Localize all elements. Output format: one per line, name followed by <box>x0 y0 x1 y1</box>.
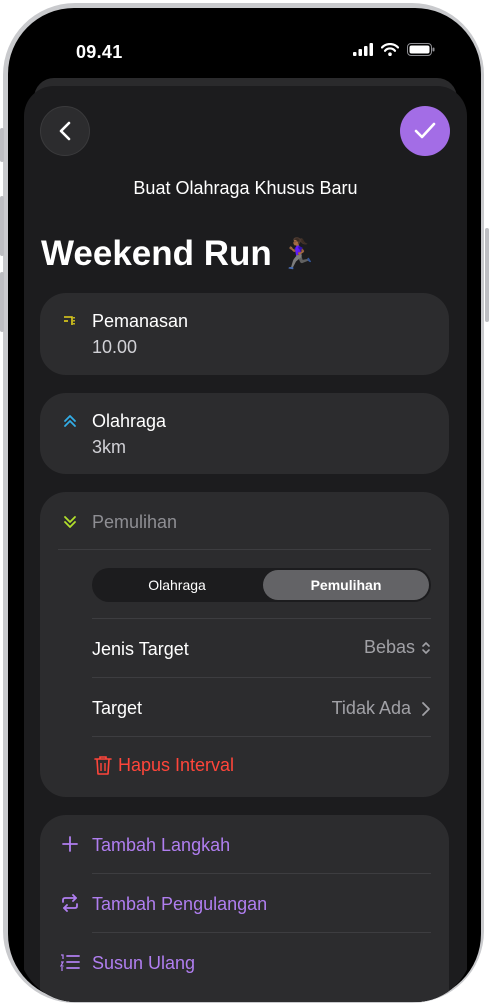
workout-label: Olahraga <box>92 411 167 431</box>
actions-card: Tambah Langkah Tambah Pengulangan Susun … <box>40 815 449 1002</box>
sheet-subtitle: Buat Olahraga Khusus Baru <box>133 178 358 198</box>
workout-sheet: Buat Olahraga Khusus Baru Weekend Run 🏃🏾… <box>24 86 467 1002</box>
double-chevron-down-icon <box>62 514 78 530</box>
wifi-icon <box>381 43 399 56</box>
warmup-icon <box>62 313 78 329</box>
target-type-row[interactable]: Jenis Target Bebas <box>40 619 449 677</box>
add-repeat-label: Tambah Pengulangan <box>92 894 268 914</box>
target-value: Tidak Ada <box>332 698 431 719</box>
page-title: Weekend Run 🏃🏾‍♀️ <box>41 234 317 274</box>
target-type-label: Jenis Target <box>92 639 189 659</box>
plus-icon <box>62 836 78 852</box>
chevron-up-down-icon <box>422 641 430 654</box>
target-row[interactable]: Target Tidak Ada <box>40 678 449 736</box>
segment-olahraga[interactable]: Olahraga <box>94 570 260 600</box>
target-value-text: Tidak Ada <box>331 698 411 718</box>
workout-value: 3km <box>92 437 127 457</box>
trash-icon <box>94 756 112 775</box>
checkmark-icon <box>414 122 436 139</box>
add-step-button[interactable]: Tambah Langkah <box>40 815 449 873</box>
repeat-icon <box>62 894 78 912</box>
warmup-label: Pemanasan <box>92 311 189 331</box>
target-type-value: Bebas <box>364 637 431 658</box>
power-button <box>485 228 489 322</box>
done-button[interactable] <box>400 106 450 156</box>
target-label: Target <box>92 698 143 718</box>
reorder-button[interactable]: Susun Ulang <box>40 933 449 991</box>
runner-emoji: 🏃🏾‍♀️ <box>279 237 318 271</box>
interval-type-segmented-control: Olahraga Pemulihan <box>92 568 431 602</box>
double-chevron-up-icon <box>62 413 78 429</box>
screen: 09.41 Buat Olahraga Khusus Baru Weekend … <box>18 16 473 1002</box>
add-step-label: Tambah Langkah <box>92 835 231 855</box>
cooldown-card: Pemulihan Olahraga Pemulihan Jenis Targe… <box>40 492 449 797</box>
target-type-value-text: Bebas <box>363 637 415 657</box>
status-icons <box>353 43 435 56</box>
chevron-left-icon <box>59 121 71 141</box>
cooldown-label[interactable]: Pemulihan <box>92 512 177 533</box>
delete-interval-label: Hapus Interval <box>118 755 235 775</box>
delete-interval-button[interactable]: Hapus Interval <box>40 737 449 793</box>
workout-card[interactable]: Olahraga 3km <box>40 393 449 474</box>
segment-pemulihan[interactable]: Pemulihan <box>263 570 429 600</box>
numbered-list-icon <box>60 954 80 971</box>
warmup-value: 10.00 <box>92 337 138 357</box>
volume-down-button <box>0 272 4 332</box>
battery-icon <box>407 43 435 56</box>
status-bar: 09.41 <box>18 16 473 86</box>
divider <box>58 549 431 550</box>
volume-up-button <box>0 196 4 256</box>
status-time: 09.41 <box>76 42 123 62</box>
mute-switch <box>0 128 4 162</box>
warmup-card[interactable]: Pemanasan 10.00 <box>40 293 449 375</box>
add-repeat-button[interactable]: Tambah Pengulangan <box>40 874 449 932</box>
back-button[interactable] <box>40 106 90 156</box>
chevron-right-icon <box>422 701 430 716</box>
cellular-signal-icon <box>353 43 373 56</box>
workout-name: Weekend Run <box>41 234 272 273</box>
reorder-label: Susun Ulang <box>92 953 196 973</box>
